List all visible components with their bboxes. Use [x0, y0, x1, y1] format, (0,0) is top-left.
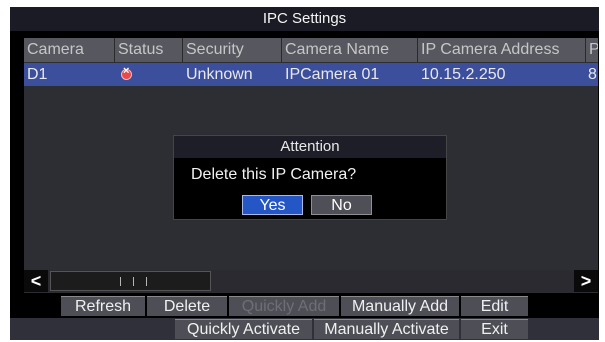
dialog-message: Delete this IP Camera? — [191, 166, 357, 183]
no-button[interactable]: No — [311, 195, 372, 215]
horizontal-scrollbar[interactable]: < > — [24, 270, 598, 292]
cell-security: Unknown — [186, 66, 253, 83]
cell-camera-name: IPCamera 01 — [285, 66, 380, 83]
cell-port: 8 — [588, 66, 597, 83]
cell-ip-address: 10.15.2.250 — [421, 66, 506, 83]
column-header-ip-address[interactable]: IP Camera Address — [418, 38, 586, 62]
column-header-status[interactable]: Status — [115, 38, 183, 62]
column-header-port[interactable]: P — [586, 38, 598, 62]
cell-camera: D1 — [27, 66, 48, 83]
window-title: IPC Settings — [10, 7, 599, 31]
manually-add-button[interactable]: Manually Add — [341, 296, 459, 316]
table-header: Camera Status Security Camera Name IP Ca… — [24, 38, 598, 62]
table-row[interactable]: D1 Unknown IPCamera 01 10.15.2.250 8 — [24, 63, 598, 86]
manually-activate-button[interactable]: Manually Activate — [314, 319, 459, 339]
attention-dialog: Attention Delete this IP Camera? Yes No — [173, 135, 447, 220]
yes-button[interactable]: Yes — [242, 195, 303, 215]
column-header-camera-name[interactable]: Camera Name — [282, 38, 418, 62]
scroll-left-icon[interactable]: < — [24, 270, 48, 292]
refresh-button[interactable]: Refresh — [61, 296, 145, 316]
quickly-activate-button[interactable]: Quickly Activate — [175, 319, 312, 339]
edit-button[interactable]: Edit — [461, 296, 528, 316]
column-header-security[interactable]: Security — [183, 38, 282, 62]
delete-button[interactable]: Delete — [147, 296, 227, 316]
column-header-camera[interactable]: Camera — [24, 38, 115, 62]
dialog-title: Attention — [174, 136, 446, 158]
exit-button[interactable]: Exit — [461, 319, 528, 339]
grip-line — [120, 277, 121, 286]
grip-line — [133, 277, 134, 286]
offline-x-icon — [121, 65, 132, 80]
quickly-add-button[interactable]: Quickly Add — [229, 296, 339, 316]
scroll-thumb[interactable] — [50, 271, 211, 291]
grip-line — [146, 277, 147, 286]
scroll-right-icon[interactable]: > — [574, 270, 598, 292]
